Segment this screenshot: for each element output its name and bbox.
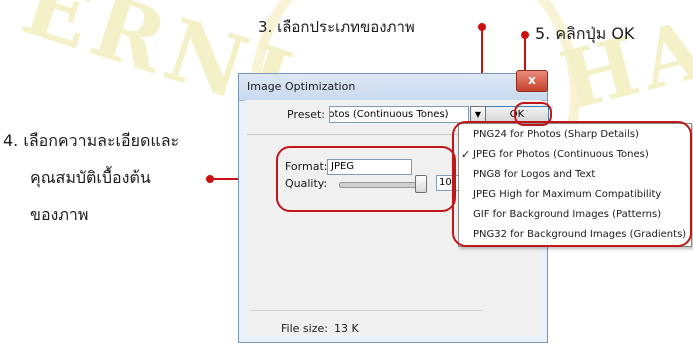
preset-options-highlight xyxy=(452,121,692,247)
step4-annotation-line1: 4. เลือกความละเอียดและ xyxy=(3,131,180,150)
file-size-value: 13 K xyxy=(334,322,359,335)
file-size-label: File size: xyxy=(281,322,328,335)
preset-value: hotos (Continuous Tones) xyxy=(329,109,449,120)
step4-annotation-line2: คุณสมบัติเบื้องต้น xyxy=(30,168,151,187)
close-button[interactable]: x xyxy=(516,70,548,92)
preset-select[interactable]: hotos (Continuous Tones) xyxy=(329,106,469,123)
step3-annotation: 3. เลือกประเภทของภาพ xyxy=(258,18,415,36)
dialog-titlebar: Image Optimization x xyxy=(239,70,548,101)
bottom-divider xyxy=(251,310,483,311)
ok-button-highlight xyxy=(514,102,552,126)
preset-label: Preset: xyxy=(287,108,326,121)
format-quality-highlight xyxy=(276,146,456,212)
step4-annotation-line3: ของภาพ xyxy=(30,205,89,224)
divider xyxy=(247,134,471,135)
step5-annotation: 5. คลิกปุ่ม OK xyxy=(535,24,635,43)
dialog-title: Image Optimization xyxy=(247,80,356,93)
watermark-right: HAT xyxy=(551,0,693,129)
